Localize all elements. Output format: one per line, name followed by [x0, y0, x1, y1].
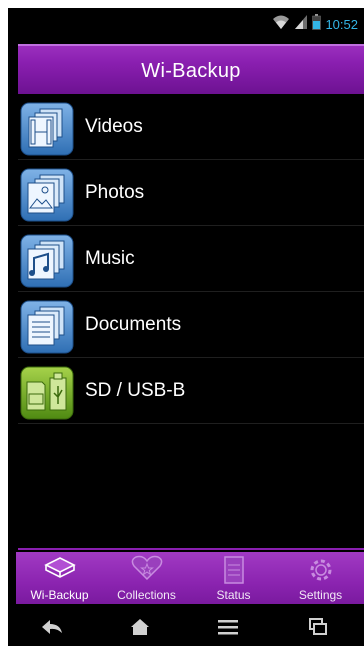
tab-collections[interactable]: Collections	[103, 552, 190, 604]
drive-icon	[43, 557, 76, 578]
list-item-label: Photos	[85, 182, 145, 203]
list-item-sd-usb[interactable]: SD / USB-B	[18, 358, 364, 424]
page-title: Wi-Backup	[141, 60, 241, 82]
status-icons: 10:52	[272, 14, 358, 35]
home-icon[interactable]	[120, 616, 160, 638]
music-icon	[20, 234, 74, 288]
tab-label: Collections	[117, 588, 176, 602]
list-item-label: Music	[85, 248, 135, 269]
title-bar: Wi-Backup	[18, 44, 364, 94]
photo-icon	[20, 168, 74, 222]
list-item-label: Documents	[85, 314, 182, 335]
list-item-documents[interactable]: Documents	[18, 292, 364, 358]
back-icon[interactable]	[32, 616, 72, 638]
list-item-videos[interactable]: Videos	[18, 94, 364, 160]
wifi-icon	[272, 14, 290, 35]
tab-label: Settings	[298, 588, 343, 602]
status-bar: 10:52	[8, 8, 364, 38]
bottom-tab-bar: Wi-Backup Collections Status Settings	[16, 552, 364, 604]
signal-icon	[294, 14, 308, 35]
document-icon	[20, 300, 74, 354]
category-list: Videos Photos Music Documents SD / USB-B	[18, 94, 364, 550]
navigation-bar	[8, 606, 364, 646]
clock: 10:52	[325, 16, 358, 32]
video-icon	[20, 102, 74, 156]
list-item-photos[interactable]: Photos	[18, 160, 364, 226]
list-item-label: Videos	[85, 116, 143, 137]
phone-screen: 10:52 Wi-Backup Videos Photos Music Docu…	[8, 8, 364, 646]
sd-usb-icon	[20, 366, 74, 420]
tab-settings[interactable]: Settings	[277, 552, 364, 604]
status-icon	[223, 556, 244, 584]
tab-status[interactable]: Status	[190, 552, 277, 604]
menu-icon[interactable]	[208, 616, 248, 638]
recent-apps-icon[interactable]	[298, 616, 338, 638]
list-divider	[18, 548, 364, 550]
battery-icon	[312, 14, 322, 35]
tab-label: Status	[216, 588, 251, 602]
gear-icon	[310, 559, 331, 581]
list-item-label: SD / USB-B	[85, 380, 186, 401]
list-item-music[interactable]: Music	[18, 226, 364, 292]
tab-label: Wi-Backup	[30, 588, 89, 602]
tab-wi-backup[interactable]: Wi-Backup	[16, 552, 103, 604]
heart-icon	[131, 555, 162, 581]
